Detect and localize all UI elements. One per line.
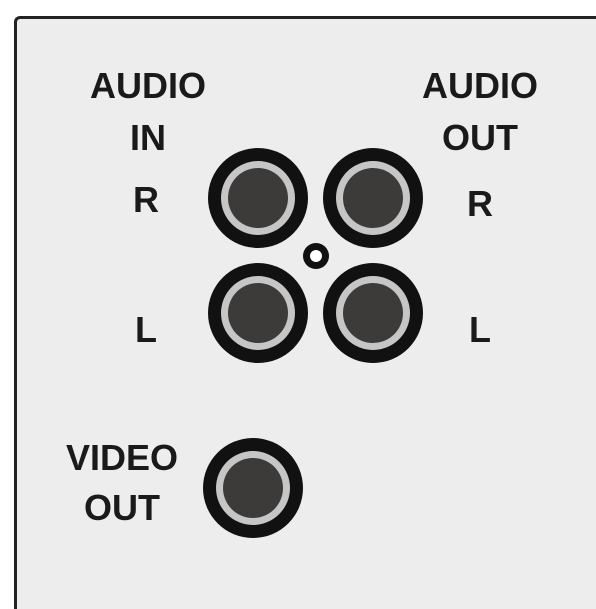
rca-jack-icon-audio-out-left[interactable] bbox=[323, 263, 423, 363]
rca-jack-icon-audio-in-right[interactable] bbox=[208, 148, 308, 248]
center-indicator-icon bbox=[303, 243, 329, 269]
jack-diagram bbox=[203, 148, 423, 538]
rca-jack-icon-video-out[interactable] bbox=[203, 438, 303, 538]
rca-jack-icon-audio-out-right[interactable] bbox=[323, 148, 423, 248]
rca-jack-icon-audio-in-left[interactable] bbox=[208, 263, 308, 363]
